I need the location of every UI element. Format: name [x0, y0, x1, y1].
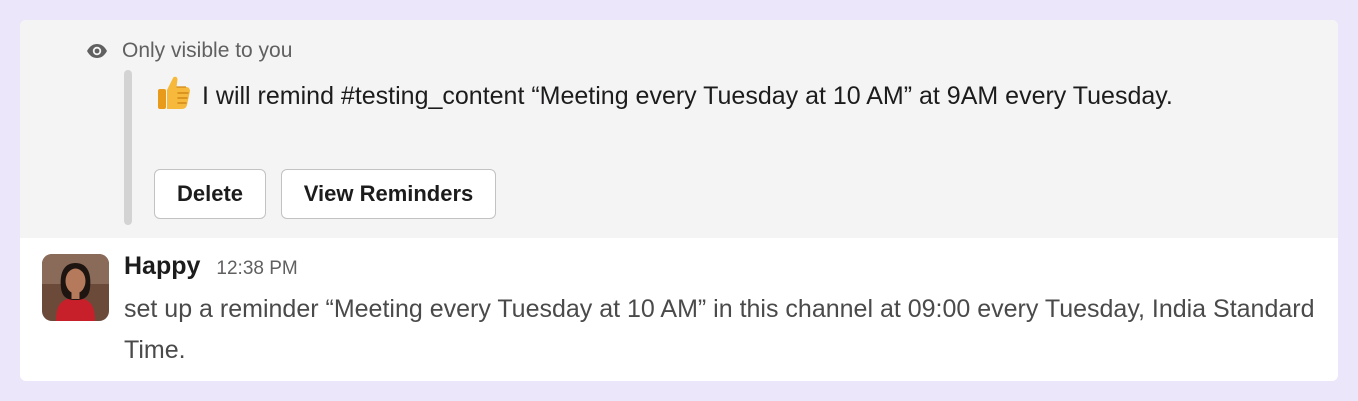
message-text: set up a reminder “Meeting every Tuesday…: [124, 295, 1315, 364]
thumbs-up-icon: [154, 72, 194, 112]
delete-button[interactable]: Delete: [154, 169, 266, 219]
message-card: Only visible to you I will remind #testi…: [20, 20, 1338, 381]
ephemeral-message: Only visible to you I will remind #testi…: [20, 20, 1338, 238]
message-header: Happy 12:38 PM: [124, 252, 298, 281]
quote-bar: [124, 70, 132, 225]
visibility-label: Only visible to you: [122, 39, 293, 62]
author-name[interactable]: Happy: [124, 252, 200, 281]
message-timestamp[interactable]: 12:38 PM: [216, 258, 297, 280]
bot-message-text: I will remind #testing_content “Meeting …: [202, 82, 1173, 110]
bot-message: I will remind #testing_content “Meeting …: [154, 72, 1204, 117]
avatar[interactable]: [42, 254, 109, 321]
eye-icon: [86, 43, 108, 59]
action-buttons: Delete View Reminders: [154, 169, 496, 219]
visibility-notice: Only visible to you: [86, 39, 292, 63]
view-reminders-button[interactable]: View Reminders: [281, 169, 496, 219]
